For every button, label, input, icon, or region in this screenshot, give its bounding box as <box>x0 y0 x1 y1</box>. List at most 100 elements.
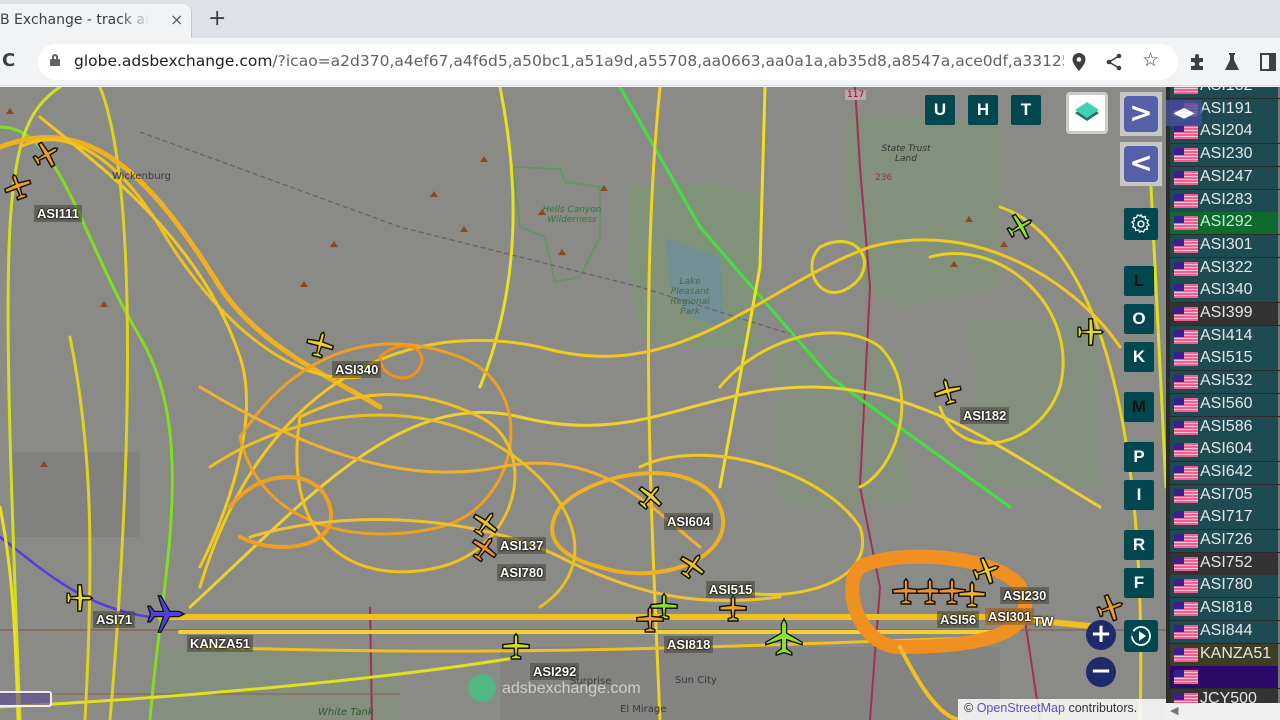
aircraft-list-row[interactable]: ASI182 <box>1170 87 1280 98</box>
openstreetmap-link[interactable]: OpenStreetMap <box>977 701 1065 715</box>
aircraft-list-row[interactable]: ASI532 <box>1170 371 1280 394</box>
zoom-in-button[interactable]: + <box>1086 620 1116 650</box>
map-button-p[interactable]: P <box>1124 442 1154 472</box>
aircraft-list-row[interactable]: ASI705 <box>1170 484 1280 507</box>
map-button-r[interactable]: R <box>1124 530 1154 560</box>
aircraft-list-row[interactable]: ASI247 <box>1170 166 1280 189</box>
aircraft-label[interactable]: ASI56 <box>937 611 980 628</box>
callsign: ASI399 <box>1200 304 1253 321</box>
bookmark-star-icon[interactable]: ☆ <box>1142 49 1159 71</box>
aircraft-label[interactable]: ASI515 <box>706 581 756 598</box>
scale-bar <box>0 691 52 707</box>
next-button[interactable]: > <box>1120 92 1162 136</box>
aircraft-list-row[interactable]: ASI752 <box>1170 552 1280 575</box>
map-button-k[interactable]: K <box>1124 342 1154 372</box>
aircraft-list-row[interactable]: ASI399 <box>1170 303 1280 325</box>
aircraft-label[interactable]: ASI604 <box>664 513 714 530</box>
map-button-h[interactable]: H <box>968 95 998 125</box>
aircraft-list-row[interactable]: ASI301 <box>1170 234 1280 257</box>
callsign: ASI182 <box>1200 87 1252 95</box>
map-canvas[interactable]: Hells Canyon Wilderness Lake Pleasant Re… <box>0 87 1166 720</box>
aircraft-label[interactable]: ASI292 <box>530 663 580 680</box>
lock-icon[interactable] <box>50 54 60 66</box>
aircraft-label[interactable]: ASI340 <box>332 361 382 378</box>
aircraft-label[interactable]: ASI182 <box>960 407 1010 424</box>
place-label: Wickenburg <box>112 171 171 182</box>
aircraft-list-row[interactable]: ASI717 <box>1170 507 1280 530</box>
expand-collapse-icon: ◀▶ <box>1173 105 1195 121</box>
map-button-t[interactable]: T <box>1011 95 1041 125</box>
aircraft-list-row[interactable]: ASI283 <box>1170 189 1280 212</box>
us-flag-icon <box>1174 352 1198 367</box>
callsign: ASI247 <box>1200 167 1253 185</box>
callsign: ASI818 <box>1200 599 1253 617</box>
sidebar-toggle-button[interactable]: ◀▶ <box>1166 100 1202 126</box>
callsign: ASI204 <box>1200 122 1253 140</box>
settings-button[interactable] <box>1124 208 1158 240</box>
map-button-u[interactable]: U <box>925 95 955 125</box>
address-bar[interactable]: globe.adsbexchange.com/?icao=a2d370,a4ef… <box>38 44 1178 80</box>
aircraft-list-row[interactable]: ASI586 <box>1170 416 1280 439</box>
aircraft-list-row[interactable]: ASI230 <box>1170 144 1280 167</box>
aircraft-label[interactable]: TW <box>1030 613 1056 630</box>
aircraft-list-row[interactable]: ASI726 <box>1170 530 1280 552</box>
aircraft-list-row[interactable] <box>1170 666 1280 689</box>
map-button-l[interactable]: L <box>1124 266 1154 296</box>
us-flag-icon <box>1174 465 1198 480</box>
aircraft-list-row[interactable]: ASI322 <box>1170 257 1280 280</box>
us-flag-icon <box>1174 397 1198 412</box>
aircraft-label[interactable]: ASI71 <box>93 611 136 628</box>
callsign: ASI414 <box>1200 326 1253 344</box>
horizontal-scrollbar[interactable]: ◀ <box>1166 703 1280 720</box>
aircraft-list-row[interactable]: ASI292 <box>1170 212 1280 235</box>
aircraft-list-row[interactable]: ASI604 <box>1170 439 1280 462</box>
aircraft-list-row[interactable]: ASI818 <box>1170 598 1280 621</box>
labs-flask-icon[interactable] <box>1224 53 1240 71</box>
aircraft-list-row[interactable]: ASI560 <box>1170 393 1280 416</box>
callsign: ASI705 <box>1200 485 1253 503</box>
browser-tab[interactable]: B Exchange - track ai × <box>0 4 192 38</box>
aircraft-label[interactable]: ASI137 <box>497 537 547 554</box>
map-button-m[interactable]: M <box>1124 392 1154 422</box>
location-pin-icon[interactable] <box>1072 53 1086 71</box>
route-shield: 236 <box>875 173 893 183</box>
close-icon[interactable]: × <box>170 10 183 29</box>
callsign: ASI560 <box>1200 394 1253 412</box>
zoom-out-button[interactable]: − <box>1086 657 1116 687</box>
share-icon[interactable] <box>1106 53 1122 71</box>
url-host: globe.adsbexchange.com <box>74 52 273 70</box>
layers-icon <box>1075 102 1099 121</box>
callsign: ASI586 <box>1200 417 1253 435</box>
reload-icon[interactable]: C <box>2 50 15 71</box>
aircraft-list-row[interactable]: ASI414 <box>1170 325 1280 348</box>
aircraft-label[interactable]: KANZA51 <box>187 635 253 652</box>
extensions-icon[interactable] <box>1188 53 1206 71</box>
aircraft-list-row[interactable]: ASI780 <box>1170 575 1280 598</box>
url-text[interactable]: globe.adsbexchange.com/?icao=a2d370,a4ef… <box>74 52 1064 70</box>
aircraft-list-row[interactable]: ASI844 <box>1170 620 1280 643</box>
layers-button[interactable] <box>1066 92 1108 134</box>
aircraft-label[interactable]: ASI301 <box>985 608 1035 625</box>
us-flag-icon <box>1174 238 1198 253</box>
map-button-i[interactable]: I <box>1124 480 1154 510</box>
side-panel-icon[interactable] <box>1260 53 1276 71</box>
map-button-f[interactable]: F <box>1124 568 1154 598</box>
aircraft-list-row[interactable]: KANZA51 <box>1170 643 1280 666</box>
aircraft-label[interactable]: ASI111 <box>34 205 82 222</box>
scroll-left-icon[interactable]: ◀ <box>1170 704 1178 717</box>
replay-button[interactable] <box>1124 620 1158 652</box>
chevron-right-icon: > <box>1124 96 1158 132</box>
new-tab-button[interactable]: + <box>208 6 226 31</box>
aircraft-list-row[interactable]: ASI340 <box>1170 280 1280 303</box>
aircraft-list-row[interactable]: ASI515 <box>1170 348 1280 371</box>
callsign: ASI301 <box>1200 235 1253 253</box>
callsign: ASI340 <box>1200 281 1253 299</box>
aircraft-list-row[interactable]: ASI642 <box>1170 461 1280 484</box>
aircraft-label[interactable]: ASI230 <box>1000 587 1050 604</box>
callsign: ASI292 <box>1200 213 1253 231</box>
aircraft-label[interactable]: ASI780 <box>497 564 547 581</box>
route-shield: 117 <box>845 90 867 100</box>
map-button-o[interactable]: O <box>1124 304 1154 334</box>
aircraft-label[interactable]: ASI818 <box>664 636 714 653</box>
prev-button[interactable]: < <box>1120 142 1162 186</box>
